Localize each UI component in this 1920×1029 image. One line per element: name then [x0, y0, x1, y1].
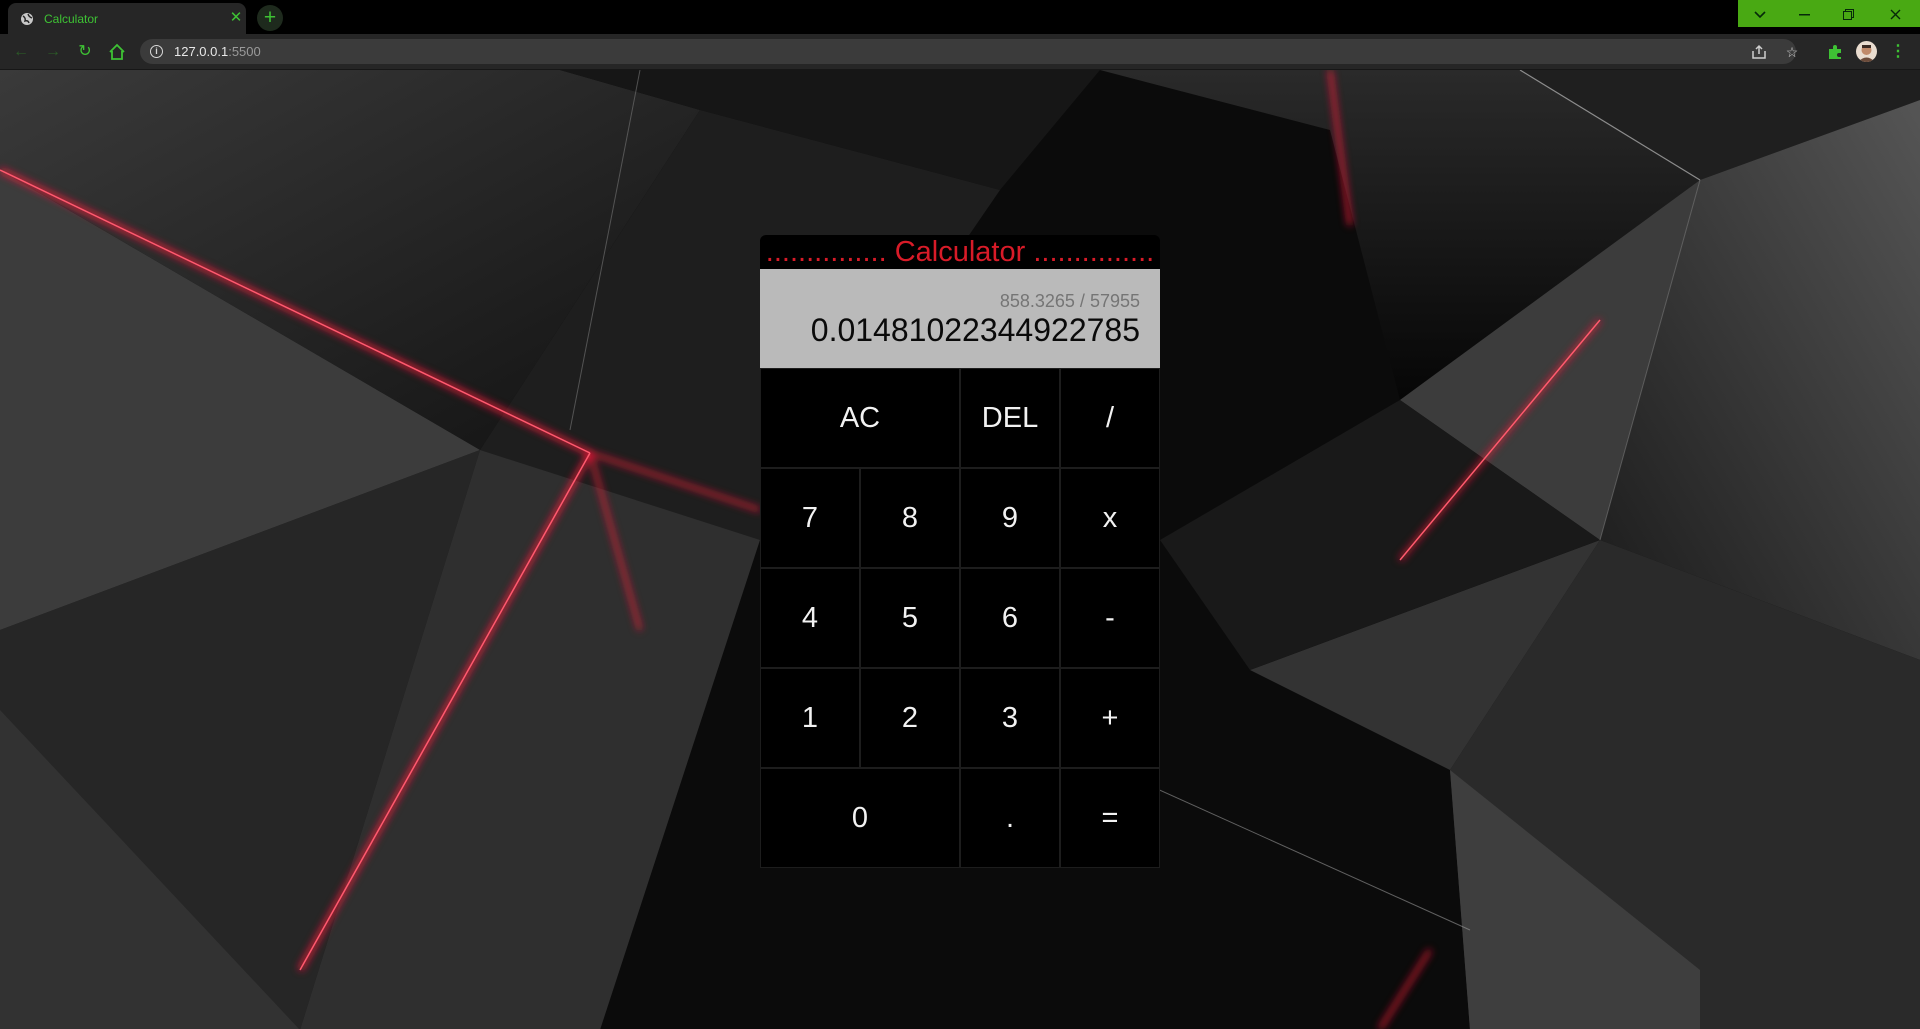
tab-bar: Calculator ✕ +: [0, 0, 1920, 34]
window-close-icon[interactable]: [1870, 0, 1920, 27]
digit-3-button[interactable]: 3: [960, 668, 1060, 768]
menu-icon[interactable]: ⋮: [1888, 42, 1908, 62]
delete-button[interactable]: DEL: [960, 368, 1060, 468]
digit-1-button[interactable]: 1: [760, 668, 860, 768]
share-icon[interactable]: [1750, 43, 1768, 61]
calculator-display: 858.3265 / 57955 0.01481022344922785: [760, 269, 1160, 368]
tab-search-icon[interactable]: [1738, 0, 1782, 27]
minimize-icon[interactable]: [1782, 0, 1826, 27]
restore-icon[interactable]: [1826, 0, 1870, 27]
calculator-title-text: Calculator: [894, 236, 1026, 268]
browser-toolbar: ← → ↻ i 127.0.0.1:5500 ☆ ⋮: [0, 34, 1920, 70]
all-clear-button[interactable]: AC: [760, 368, 960, 468]
equals-button[interactable]: =: [1060, 768, 1160, 868]
digit-5-button[interactable]: 5: [860, 568, 960, 668]
digit-7-button[interactable]: 7: [760, 468, 860, 568]
globe-icon: [21, 13, 33, 25]
previous-operand: 858.3265 / 57955: [999, 291, 1140, 311]
digit-6-button[interactable]: 6: [960, 568, 1060, 668]
tab-calculator[interactable]: Calculator ✕: [8, 3, 246, 34]
calculator: ............... Calculator .............…: [760, 235, 1160, 868]
keypad: AC DEL / 7 8 9 x 4 5 6 - 1 2 3 + 0 . =: [760, 368, 1160, 868]
decimal-button[interactable]: .: [960, 768, 1060, 868]
home-icon[interactable]: [107, 42, 127, 62]
digit-9-button[interactable]: 9: [960, 468, 1060, 568]
current-operand: 0.01481022344922785: [810, 312, 1140, 348]
url-text: 127.0.0.1:5500: [174, 44, 261, 59]
address-bar[interactable]: i 127.0.0.1:5500 ☆: [140, 39, 1798, 64]
add-button[interactable]: +: [1060, 668, 1160, 768]
digit-8-button[interactable]: 8: [860, 468, 960, 568]
digit-0-button[interactable]: 0: [760, 768, 960, 868]
plus-icon[interactable]: +: [257, 5, 283, 31]
title-dots-left: ...............: [765, 236, 887, 268]
reload-icon[interactable]: ↻: [75, 42, 95, 62]
calculator-title: ............... Calculator .............…: [760, 235, 1160, 269]
digit-2-button[interactable]: 2: [860, 668, 960, 768]
star-icon[interactable]: ☆: [1783, 43, 1801, 61]
close-icon[interactable]: ✕: [227, 9, 245, 27]
avatar[interactable]: [1856, 41, 1877, 62]
digit-4-button[interactable]: 4: [760, 568, 860, 668]
back-icon[interactable]: ←: [11, 42, 31, 62]
divide-button[interactable]: /: [1060, 368, 1160, 468]
title-dots-right: ...............: [1033, 236, 1155, 268]
tab-title: Calculator: [44, 12, 99, 26]
info-icon[interactable]: i: [150, 45, 163, 58]
subtract-button[interactable]: -: [1060, 568, 1160, 668]
extensions-icon[interactable]: [1825, 42, 1845, 62]
multiply-button[interactable]: x: [1060, 468, 1160, 568]
forward-icon[interactable]: →: [43, 42, 63, 62]
